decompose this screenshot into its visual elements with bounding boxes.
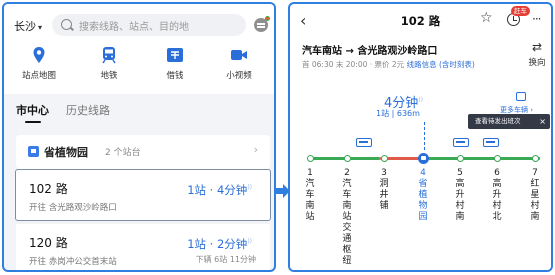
wallet-icon — [167, 48, 183, 62]
route-name: 102 路 — [29, 182, 68, 196]
station-number: 4 — [420, 168, 426, 178]
search-input[interactable]: 搜索线路、站点、目的地 — [52, 14, 246, 36]
route-eta-text: 1站 · 4分钟 — [187, 183, 248, 197]
bus-icon — [483, 138, 499, 147]
chevron-right-icon: › — [253, 143, 258, 156]
route-direction: 开往 含光路观沙岭路口 — [29, 203, 117, 213]
route-name: 120 路 — [29, 236, 68, 250]
route-detail-screen: ‹ 102 路 ☆ 赶车 ··· 汽车南站 → 含光路观沙岭路口 首 06:30… — [288, 2, 553, 272]
bus-icon — [516, 92, 526, 101]
quick-subway[interactable]: 地铁 — [79, 46, 139, 81]
station-name[interactable]: 高升村北 — [491, 179, 503, 223]
schedule-text: 首 06:30 末 20:00 · 票价 2元 — [302, 60, 405, 69]
station-number: 2 — [344, 168, 350, 178]
quick-label: 借钱 — [166, 71, 184, 81]
live-signal-icon: )) — [247, 184, 252, 192]
notification-dot — [265, 16, 270, 21]
more-options-icon[interactable]: ··· — [532, 12, 542, 26]
favorite-star-icon[interactable]: ☆ — [480, 10, 493, 26]
city-label: 长沙 — [14, 20, 36, 33]
line-segment-green — [420, 157, 540, 160]
platform-count: 2 个站台 — [105, 148, 141, 158]
home-screen: 长沙 ▾ 搜索线路、站点、目的地 站点地图 地铁 借钱 小视频 市中心 历史线路 … — [2, 2, 276, 272]
station-dot[interactable] — [493, 155, 501, 162]
route-eta-text: 1站 · 2分钟 — [187, 237, 248, 251]
city-selector[interactable]: 长沙 ▾ — [14, 18, 42, 34]
route-info-link[interactable]: 线路信息 (含时刻表) — [407, 60, 475, 69]
route-row-102[interactable]: 102 路 开往 含光路观沙岭路口 1站 · 4分钟)) — [15, 169, 271, 221]
station-name: 省植物园 — [44, 146, 88, 159]
quick-video[interactable]: 小视频 — [209, 46, 269, 81]
route-row-120[interactable]: 120 路 开往 赤岗冲公交首末站 1站 · 2分钟)) 下辆 6站 11分钟 — [16, 224, 270, 270]
video-icon — [231, 50, 247, 60]
bus-icon — [453, 138, 469, 147]
current-station-marker[interactable] — [417, 153, 429, 164]
route-endpoints: 汽车南站 → 含光路观沙岭路口 — [302, 46, 438, 57]
bus-stop-icon — [28, 146, 39, 157]
pending-departures-tooltip[interactable]: 查看待发出班次 — [468, 114, 550, 129]
station-dot[interactable] — [343, 155, 351, 162]
route-eta: 1站 · 2分钟)) — [187, 236, 252, 252]
subway-icon — [102, 47, 116, 64]
station-number: 5 — [457, 168, 463, 178]
message-icon[interactable] — [254, 16, 270, 32]
station-number: 7 — [532, 168, 538, 178]
swap-direction-button[interactable]: ⇄ 换向 — [522, 40, 551, 68]
tab-history[interactable]: 历史线路 — [66, 102, 110, 118]
quick-label: 地铁 — [100, 71, 118, 81]
next-bus-info: 下辆 6站 11分钟 — [195, 255, 256, 264]
station-number: 3 — [381, 168, 387, 178]
station-name[interactable]: 省植物园 — [417, 179, 429, 223]
route-meta: 首 06:30 末 20:00 · 票价 2元 线路信息 (含时刻表) — [302, 59, 475, 70]
quick-label: 站点地图 — [21, 71, 56, 81]
route-direction: 开往 赤岗冲公交首末站 — [29, 257, 117, 267]
live-signal-icon: )) — [418, 96, 423, 104]
route-eta: 1站 · 4分钟)) — [187, 182, 252, 198]
eta-distance: 1站 | 636m — [376, 109, 420, 118]
station-name[interactable]: 洞井铺 — [378, 179, 390, 212]
quick-borrow[interactable]: 借钱 — [145, 46, 205, 81]
swap-icon: ⇄ — [531, 40, 543, 54]
quick-station-map[interactable]: 站点地图 — [9, 46, 69, 81]
station-name[interactable]: 汽车南站 — [304, 179, 316, 223]
top-bar: 长沙 ▾ 搜索线路、站点、目的地 站点地图 地铁 借钱 小视频 — [4, 4, 274, 94]
station-name[interactable]: 高升村南 — [454, 179, 466, 223]
station-number: 1 — [307, 168, 313, 178]
catch-bus-badge: 赶车 — [511, 6, 530, 16]
station-number: 6 — [494, 168, 500, 178]
route-diagram: 4分钟)) 1站 | 636m 更多车辆 › 查看待发出班次 1汽车南站2汽车南… — [290, 76, 551, 270]
station-name[interactable]: 汽车南站交通枢纽 — [341, 179, 353, 267]
live-signal-icon: )) — [247, 238, 252, 246]
bus-icon — [356, 138, 372, 147]
station-dot[interactable] — [456, 155, 464, 162]
tab-downtown[interactable]: 市中心 — [16, 102, 49, 123]
swap-label: 换向 — [528, 58, 546, 68]
bus-position-marker — [424, 122, 425, 150]
station-dot[interactable] — [306, 155, 314, 162]
location-pin-icon — [33, 47, 45, 63]
search-icon — [61, 19, 72, 30]
station-name[interactable]: 红星村南 — [529, 179, 541, 223]
station-dot[interactable] — [380, 155, 388, 162]
station-header[interactable]: 省植物园 2 个站台 › — [16, 135, 270, 169]
station-dot[interactable] — [531, 155, 539, 162]
tab-bar: 市中心 历史线路 — [16, 102, 110, 123]
chevron-down-icon: ▾ — [38, 23, 43, 32]
search-placeholder: 搜索线路、站点、目的地 — [79, 22, 189, 33]
quick-label: 小视频 — [226, 71, 252, 81]
